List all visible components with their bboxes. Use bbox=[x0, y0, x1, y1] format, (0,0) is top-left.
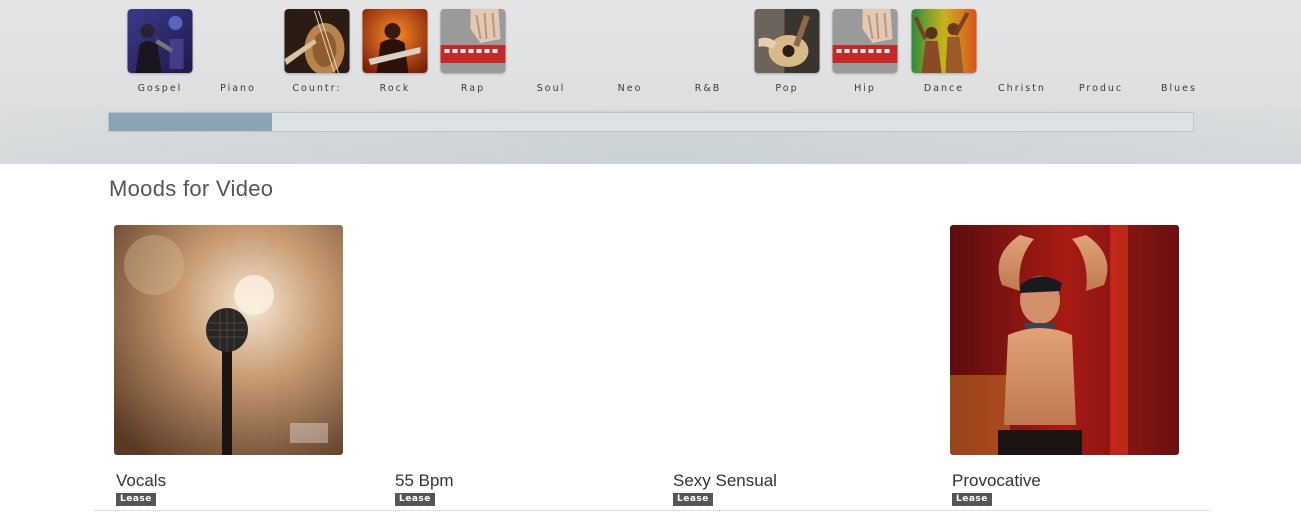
genre-item-gospel[interactable]: Gospel bbox=[121, 0, 199, 100]
genre-item-rock[interactable]: Rock bbox=[356, 0, 434, 100]
genre-label: Rap bbox=[460, 83, 486, 94]
genre-label: R&B bbox=[694, 83, 722, 94]
genre-label: Dance bbox=[923, 83, 965, 94]
lease-badge[interactable]: Lease bbox=[952, 493, 992, 506]
genre-label: Soul bbox=[536, 83, 566, 94]
genre-scrollbar[interactable] bbox=[108, 112, 1194, 132]
mood-card-55-bpm[interactable]: 55 Bpm Lease bbox=[393, 225, 625, 515]
dance-crowd-thumb[interactable] bbox=[911, 9, 977, 73]
section-title: Moods for Video bbox=[109, 176, 274, 201]
genre-label: Pop bbox=[775, 83, 799, 94]
genre-label: Hip bbox=[854, 83, 876, 94]
genre-item-dance[interactable]: Dance bbox=[905, 0, 983, 100]
genre-item-blues[interactable]: Blues bbox=[1140, 0, 1218, 100]
genre-item-soul[interactable]: Soul bbox=[512, 0, 590, 100]
genre-label: Christn bbox=[998, 83, 1046, 94]
genre-item-rap[interactable]: Rap bbox=[434, 0, 512, 100]
lease-badge[interactable]: Lease bbox=[673, 493, 713, 506]
beat-machine-thumb[interactable] bbox=[440, 9, 506, 73]
genre-item-neo[interactable]: Neo bbox=[591, 0, 669, 100]
genre-label: Countr: bbox=[292, 83, 342, 94]
scrollbar-thumb[interactable] bbox=[109, 113, 272, 131]
genre-item-hip[interactable]: Hip bbox=[826, 0, 904, 100]
rock-guitarist-thumb[interactable] bbox=[362, 9, 428, 73]
lease-badge[interactable]: Lease bbox=[395, 493, 435, 506]
performer-image[interactable] bbox=[950, 225, 1179, 455]
genre-label: Piano bbox=[220, 83, 256, 94]
genre-item-rnb[interactable]: R&B bbox=[669, 0, 747, 100]
genre-item-piano[interactable]: Piano bbox=[199, 0, 277, 100]
card-title[interactable]: Sexy Sensual bbox=[673, 471, 777, 491]
microphone-image[interactable] bbox=[114, 225, 343, 455]
beat-machine-thumb[interactable] bbox=[832, 9, 898, 73]
genre-label: Produc bbox=[1078, 83, 1124, 94]
acoustic-guitar-thumb[interactable] bbox=[754, 9, 820, 73]
gospel-singer-thumb[interactable] bbox=[127, 9, 193, 73]
genre-label: Neo bbox=[617, 83, 643, 94]
card-title[interactable]: Vocals bbox=[116, 471, 166, 491]
genre-item-country[interactable]: Countr: bbox=[278, 0, 356, 100]
mood-card-provocative[interactable]: Provocative Lease bbox=[950, 225, 1182, 515]
card-title[interactable]: Provocative bbox=[952, 471, 1041, 491]
lease-badge[interactable]: Lease bbox=[116, 493, 156, 506]
genre-label: Blues bbox=[1161, 83, 1197, 94]
divider bbox=[95, 510, 1210, 512]
genre-item-producer[interactable]: Produc bbox=[1062, 0, 1140, 100]
cello-thumb[interactable] bbox=[284, 9, 350, 73]
card-title[interactable]: 55 Bpm bbox=[395, 471, 454, 491]
mood-card-sexy-sensual[interactable]: Sexy Sensual Lease bbox=[671, 225, 903, 515]
mood-card-vocals[interactable]: Vocals Lease bbox=[114, 225, 346, 515]
genre-banner: Gospel Piano Countr: Rock Rap Soul Neo R… bbox=[0, 0, 1301, 164]
genre-label: Rock bbox=[379, 83, 411, 94]
genre-item-pop[interactable]: Pop bbox=[748, 0, 826, 100]
genre-label: Gospel bbox=[137, 83, 183, 94]
genre-item-christian[interactable]: Christn bbox=[983, 0, 1061, 100]
